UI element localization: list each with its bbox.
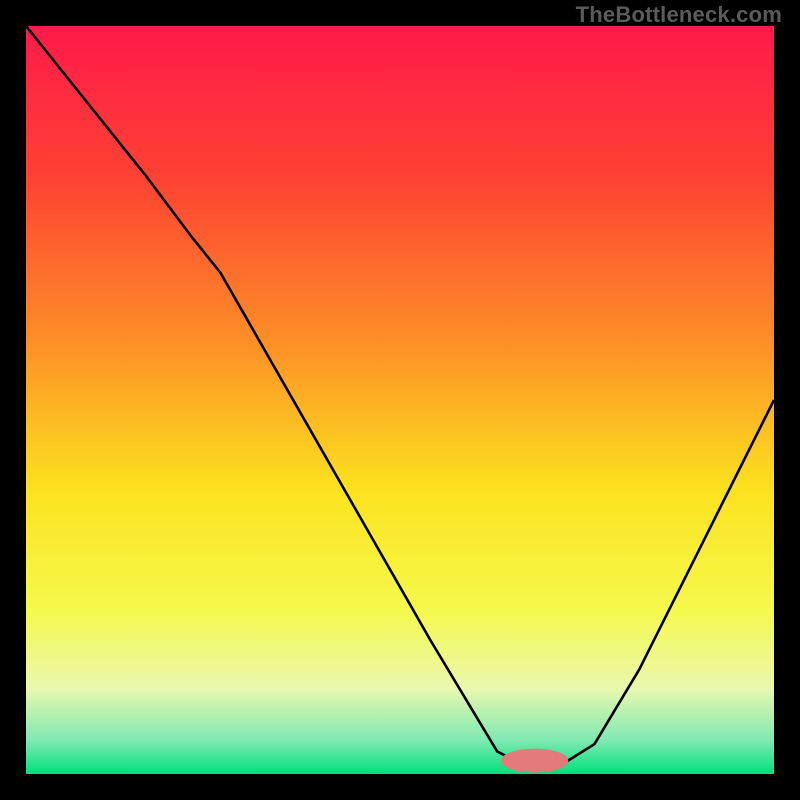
bottleneck-chart	[26, 26, 774, 774]
watermark-label: TheBottleneck.com	[576, 2, 782, 28]
chart-container: TheBottleneck.com	[0, 0, 800, 800]
chart-background	[26, 26, 774, 774]
optimal-marker	[501, 749, 568, 773]
